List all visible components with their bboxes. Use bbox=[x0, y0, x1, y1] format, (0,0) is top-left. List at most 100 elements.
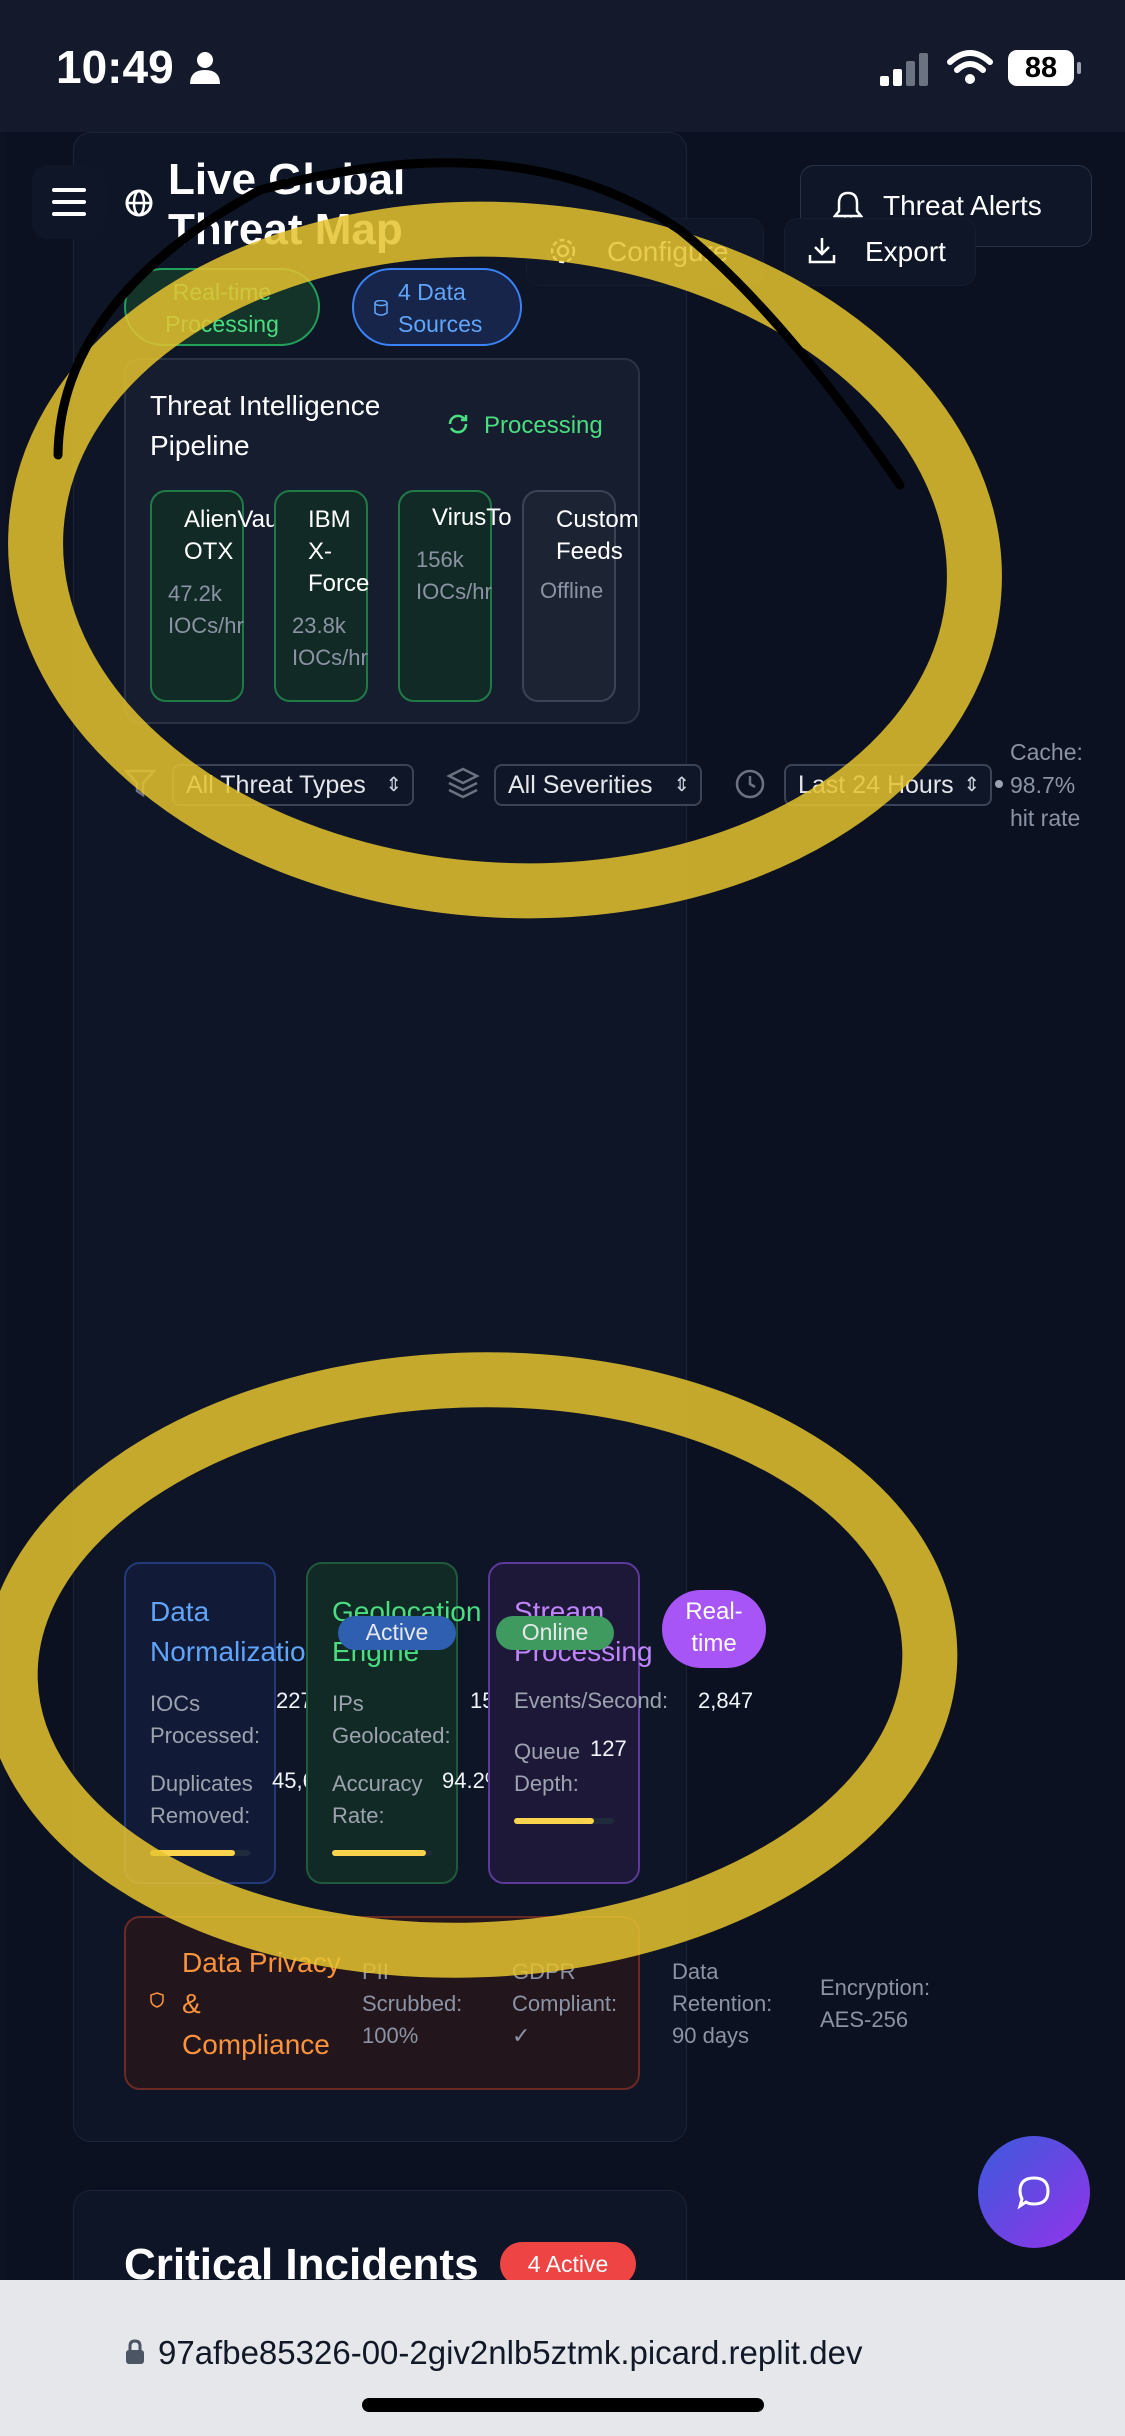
source-card-virustotal[interactable]: VirusTotal 156k IOCs/hr bbox=[398, 490, 512, 702]
page-title: Live Global Threat Map bbox=[168, 155, 405, 255]
cache-line1: Cache: bbox=[1010, 739, 1083, 765]
menu-icon bbox=[52, 188, 86, 216]
signal-icon bbox=[880, 53, 928, 86]
source-name: VirusTotal bbox=[432, 504, 512, 531]
source-rate: 23.8k IOCs/hr bbox=[292, 610, 368, 674]
cache-line3: hit rate bbox=[1010, 805, 1081, 831]
menu-button[interactable] bbox=[32, 165, 106, 239]
pipeline-title-line1: Threat Intelligence bbox=[150, 390, 381, 421]
page-title-line2: Threat Map bbox=[168, 205, 403, 254]
stream-processing-card: Stream Processing Online Events/Second: … bbox=[488, 1562, 753, 1884]
source-card-alienvault[interactable]: AlienVault OTX 47.2k IOCs/hr bbox=[150, 490, 290, 702]
privacy-item-encryption: Encryption: AES-256 bbox=[820, 1972, 930, 2036]
source-rate-line2: IOCs/hr bbox=[416, 579, 492, 604]
database-icon bbox=[374, 300, 388, 316]
privacy-item-line2: Scrubbed: bbox=[362, 1991, 463, 2016]
accuracy-rate-label: Accuracy Rate: bbox=[332, 1768, 422, 1832]
stream-progress bbox=[514, 1818, 614, 1824]
realtime-badge-line1: Real- bbox=[685, 1598, 743, 1625]
metric-label-line2: Removed: bbox=[150, 1803, 251, 1828]
configure-button[interactable]: Configure bbox=[526, 218, 764, 286]
geolocation-progress bbox=[332, 1850, 432, 1856]
export-label: Export bbox=[865, 236, 946, 267]
normalization-title-line1: Data bbox=[150, 1596, 210, 1627]
chevron-updown-icon: ⇕ bbox=[385, 774, 402, 796]
filter-icon bbox=[124, 769, 156, 798]
pipeline-title-line2: Pipeline bbox=[150, 430, 250, 461]
normalization-title: Data Normalization bbox=[150, 1592, 321, 1672]
layers-icon bbox=[446, 767, 480, 799]
page-title-line1: Live Global bbox=[168, 155, 406, 204]
battery-indicator: 88 bbox=[1008, 50, 1074, 86]
source-rate: 47.2k IOCs/hr bbox=[168, 578, 244, 642]
source-name-line2: X- bbox=[308, 538, 332, 565]
privacy-item-line2: AES-256 bbox=[820, 2007, 909, 2032]
progress-fill bbox=[514, 1818, 594, 1824]
source-card-ibm-xforce[interactable]: IBM X- Force 23.8k IOCs/hr bbox=[274, 490, 369, 702]
source-rate-line1: 23.8k bbox=[292, 613, 346, 638]
source-name: IBM X- Force bbox=[308, 504, 369, 600]
side-rail bbox=[0, 132, 6, 2282]
url-text: 97afbe85326-00-2giv2nlb5ztmk.picard.repl… bbox=[158, 2334, 863, 2371]
configure-label: Configure bbox=[607, 236, 729, 267]
privacy-title-line1: Data Privacy bbox=[182, 1947, 341, 1978]
privacy-card: Data Privacy & Compliance PII Scrubbed: … bbox=[124, 1916, 930, 2090]
stream-status-badge: Online bbox=[496, 1616, 614, 1650]
refresh-icon bbox=[448, 414, 468, 434]
chevron-updown-icon: ⇕ bbox=[963, 774, 980, 796]
cache-stats: Cache: 98.7% hit rate bbox=[1010, 736, 1083, 835]
privacy-title-line3: Compliance bbox=[182, 2029, 330, 2060]
time-range-select[interactable]: Last 24 Hours ⇕ bbox=[784, 764, 992, 806]
source-name-line3: Force bbox=[308, 570, 370, 597]
battery-tip bbox=[1077, 62, 1081, 74]
source-name-line1: Custom bbox=[556, 506, 639, 533]
progress-fill bbox=[332, 1850, 427, 1856]
sources-badge-line2: Sources bbox=[398, 311, 483, 337]
source-name-line2: Feeds bbox=[556, 538, 623, 565]
chat-fab-button[interactable] bbox=[978, 2136, 1090, 2248]
privacy-item-line1: Data bbox=[672, 1959, 719, 1984]
wifi-icon bbox=[947, 50, 993, 84]
severity-select[interactable]: All Severities ⇕ bbox=[494, 764, 702, 806]
home-indicator bbox=[362, 2398, 764, 2412]
download-icon bbox=[808, 238, 836, 264]
privacy-item-line3: 100% bbox=[362, 2023, 419, 2048]
time-range-value: Last 24 Hours bbox=[798, 771, 954, 799]
privacy-item-pii: PII Scrubbed: 100% bbox=[362, 1956, 462, 2052]
source-rate-line2: IOCs/hr bbox=[168, 613, 244, 638]
metric-label-line2: Rate: bbox=[332, 1803, 385, 1828]
privacy-item-line1: PII bbox=[362, 1959, 389, 1984]
metric-label-line2: Processed: bbox=[150, 1723, 261, 1748]
source-rate: Offline bbox=[540, 578, 604, 603]
events-per-second-label: Events/Second: bbox=[514, 1688, 669, 1713]
realtime-processing-badge: Real-time Processing bbox=[124, 268, 320, 346]
normalization-card: Data Normalization IOCs Processed: 227,3… bbox=[124, 1562, 356, 1884]
events-per-second-value: 2,847 bbox=[698, 1688, 754, 1713]
normalization-title-line2: Normalization bbox=[150, 1636, 322, 1667]
source-name-line1: IBM bbox=[308, 506, 351, 533]
shield-icon bbox=[150, 1992, 164, 2008]
privacy-item-retention: Data Retention: 90 days bbox=[672, 1956, 772, 2052]
export-button[interactable]: Export bbox=[784, 218, 976, 286]
pipeline-card: Threat Intelligence Pipeline Processing … bbox=[124, 358, 640, 724]
privacy-item-line1: GDPR bbox=[512, 1959, 576, 1984]
pipeline-status: Processing bbox=[484, 412, 603, 439]
privacy-item-line3: ✓ bbox=[512, 2023, 531, 2048]
clock-icon bbox=[735, 769, 765, 799]
realtime-badge-line2: Processing bbox=[165, 311, 279, 337]
threat-type-select[interactable]: All Threat Types ⇕ bbox=[172, 764, 414, 806]
source-rate-line1: 47.2k bbox=[168, 581, 222, 606]
realtime-badge: Real- time bbox=[662, 1590, 766, 1668]
gear-icon bbox=[550, 238, 576, 264]
privacy-item-line2: Retention: bbox=[672, 1991, 773, 2016]
duplicates-removed-label: Duplicates Removed: bbox=[150, 1768, 253, 1832]
source-card-custom-feeds[interactable]: Custom Feeds Offline bbox=[522, 490, 639, 702]
privacy-item-line3: 90 days bbox=[672, 2023, 750, 2048]
severity-value: All Severities bbox=[508, 771, 653, 799]
metric-label-line2: Geolocated: bbox=[332, 1723, 451, 1748]
cache-line2: 98.7% bbox=[1010, 772, 1076, 798]
queue-depth-value: 127 bbox=[590, 1736, 627, 1761]
source-rate-line2: IOCs/hr bbox=[292, 645, 368, 670]
browser-address-bar[interactable]: 97afbe85326-00-2giv2nlb5ztmk.picard.repl… bbox=[0, 2280, 1125, 2436]
metric-label-line1: Queue bbox=[514, 1739, 581, 1764]
